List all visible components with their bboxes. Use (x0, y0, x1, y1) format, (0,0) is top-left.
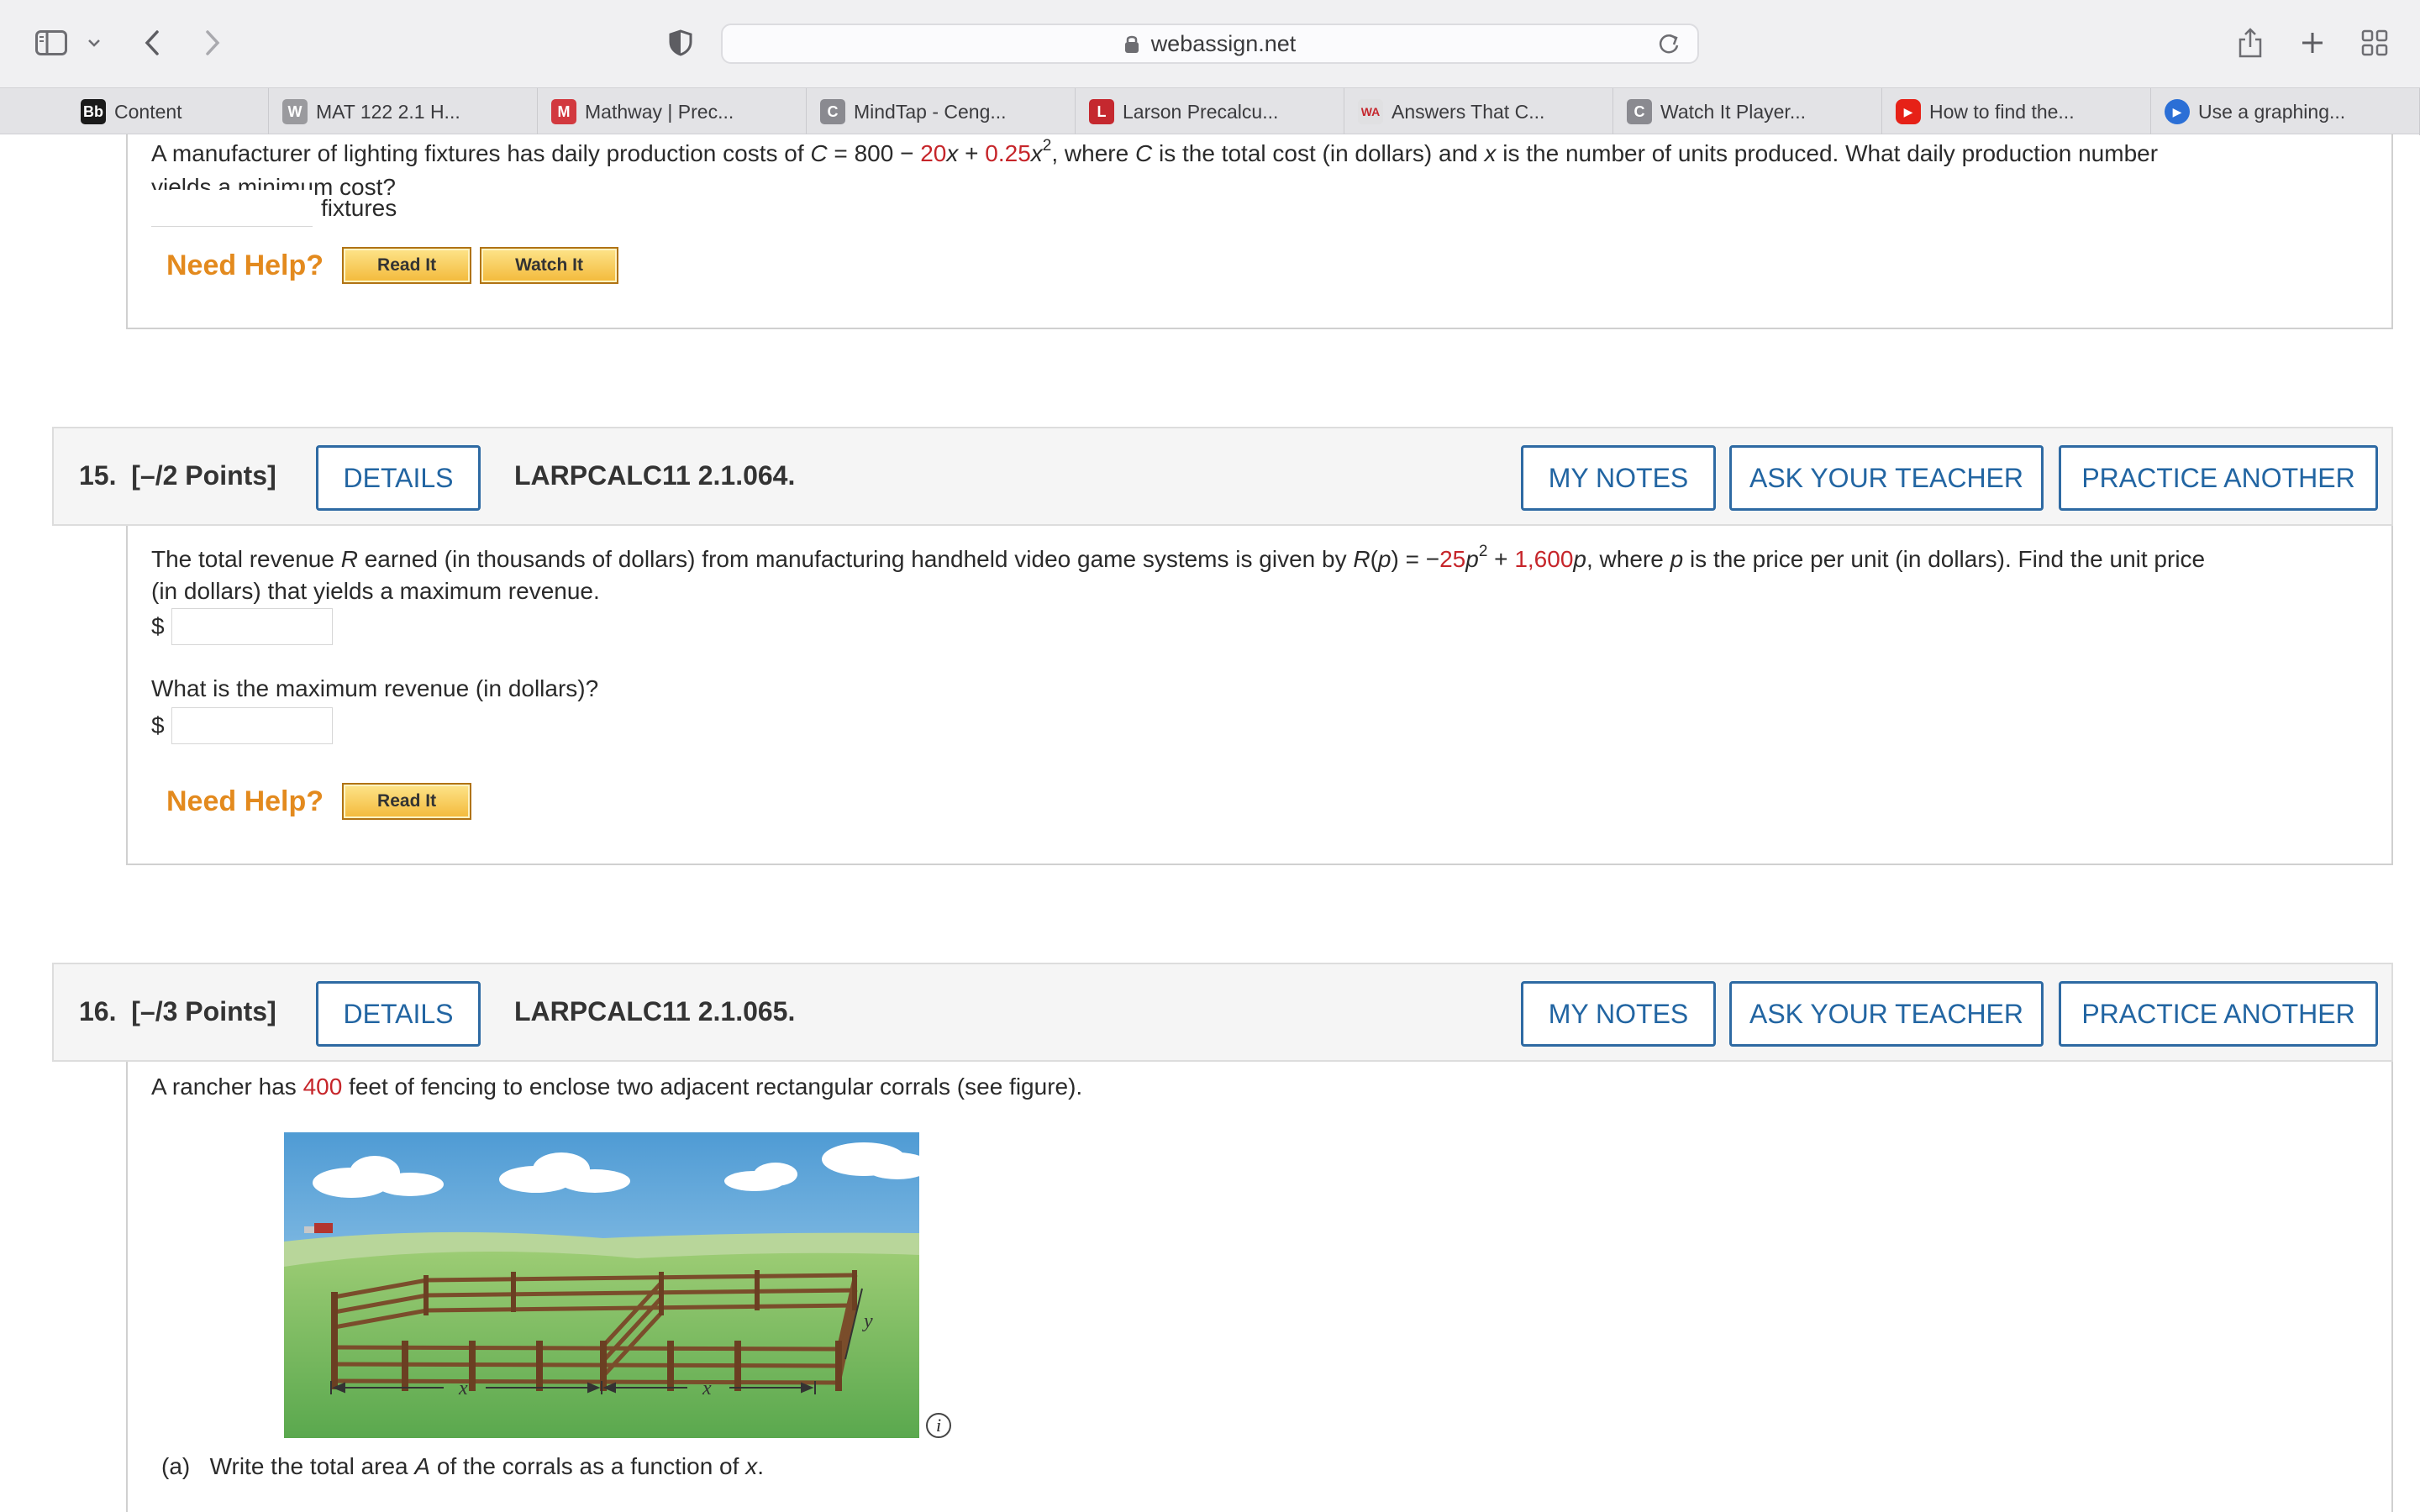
question-15-body: The total revenue R earned (in thousands… (126, 526, 2393, 865)
need-help-row: Need Help? Read It Watch It (166, 247, 627, 284)
forward-icon[interactable] (200, 22, 225, 64)
watch-it-button[interactable]: Watch It (480, 247, 618, 284)
wolfram-icon: WA (1358, 99, 1383, 124)
question-15-number: 15. [–/2 Points] (79, 460, 276, 491)
question-16-header: 16. [–/3 Points] DETAILS LARPCALC11 2.1.… (52, 963, 2393, 1062)
ask-your-teacher-button[interactable]: ASK YOUR TEACHER (1729, 445, 2044, 511)
tab-how-to-find[interactable]: ▶ How to find the... (1882, 88, 2151, 135)
tab-larson[interactable]: L Larson Precalcu... (1076, 88, 1344, 135)
cengage-icon: C (820, 99, 845, 124)
tab-answers[interactable]: WA Answers That C... (1344, 88, 1613, 135)
youtube-icon: ▶ (1896, 99, 1921, 124)
details-button[interactable]: DETAILS (316, 981, 481, 1047)
tab-bar: Bb Content W MAT 122 2.1 H... M Mathway … (0, 87, 2420, 135)
new-tab-icon[interactable] (2297, 22, 2328, 64)
max-revenue-input[interactable] (171, 707, 333, 744)
chevron-down-icon[interactable] (84, 22, 104, 64)
unit-price-answer-row: $ (151, 608, 333, 645)
mathway-icon: M (551, 99, 576, 124)
tab-mat122[interactable]: W MAT 122 2.1 H... (269, 88, 538, 135)
tab-label: Answers That C... (1392, 100, 1545, 123)
dollar-sign: $ (151, 613, 165, 639)
question-16-text: A rancher has 400 feet of fencing to enc… (151, 1074, 1083, 1100)
read-it-button[interactable]: Read It (342, 783, 472, 820)
tab-graphing[interactable]: ▶ Use a graphing... (2151, 88, 2420, 135)
reload-icon[interactable] (1657, 32, 1681, 61)
address-bar[interactable]: webassign.net (721, 24, 1699, 64)
part-a-prompt: (a) Write the total area A of the corral… (161, 1453, 764, 1479)
practice-another-button[interactable]: PRACTICE ANOTHER (2059, 445, 2378, 511)
dollar-sign: $ (151, 712, 165, 738)
my-notes-button[interactable]: MY NOTES (1521, 981, 1716, 1047)
question-16-number: 16. [–/3 Points] (79, 996, 276, 1026)
sidebar-toggle-icon[interactable] (34, 22, 69, 64)
tab-label: MindTap - Ceng... (854, 100, 1007, 123)
webassign-icon: W (282, 99, 308, 124)
question-14-text: A manufacturer of lighting fixtures has … (151, 137, 2159, 200)
details-button[interactable]: DETAILS (316, 445, 481, 511)
lock-icon (1124, 34, 1139, 54)
my-notes-button[interactable]: MY NOTES (1521, 445, 1716, 511)
question-15-text: The total revenue R earned (in thousands… (151, 543, 2206, 604)
tab-overview-icon[interactable] (2360, 22, 2390, 64)
fixtures-answer-input[interactable] (151, 190, 313, 227)
info-icon[interactable]: i (926, 1413, 951, 1438)
tab-label: Content (114, 100, 182, 123)
play-icon: ▶ (2165, 99, 2190, 124)
question-14-body: A manufacturer of lighting fixtures has … (126, 134, 2393, 329)
x-label-right: x (702, 1378, 712, 1399)
x-label-left: x (458, 1378, 468, 1399)
tab-label: Larson Precalcu... (1123, 100, 1279, 123)
need-help-label: Need Help? (166, 249, 324, 281)
address-url: webassign.net (1150, 30, 1297, 56)
back-icon[interactable] (139, 22, 165, 64)
corral-figure: x x y (284, 1132, 919, 1438)
larson-icon: L (1089, 99, 1114, 124)
cengage-icon: C (1627, 99, 1652, 124)
max-revenue-answer-row: $ (151, 707, 333, 744)
unit-label: fixtures (321, 195, 397, 221)
shield-icon[interactable] (667, 22, 694, 64)
practice-another-button[interactable]: PRACTICE ANOTHER (2059, 981, 2378, 1047)
tab-label: Watch It Player... (1660, 100, 1806, 123)
tab-content[interactable]: Bb Content (0, 88, 269, 135)
ask-your-teacher-button[interactable]: ASK YOUR TEACHER (1729, 981, 2044, 1047)
tab-label: Use a graphing... (2198, 100, 2346, 123)
tab-label: Mathway | Prec... (585, 100, 734, 123)
tab-label: How to find the... (1929, 100, 2075, 123)
unit-price-input[interactable] (171, 608, 333, 645)
tab-watch-it[interactable]: C Watch It Player... (1613, 88, 1882, 135)
read-it-button[interactable]: Read It (342, 247, 472, 284)
blackboard-icon: Bb (81, 99, 106, 124)
webassign-page: A manufacturer of lighting fixtures has … (0, 134, 2420, 1512)
question-15-code: LARPCALC11 2.1.064. (514, 460, 796, 491)
question-16-code: LARPCALC11 2.1.065. (514, 996, 796, 1026)
tab-label: MAT 122 2.1 H... (316, 100, 460, 123)
y-label: y (862, 1310, 873, 1332)
need-help-row: Need Help? Read It (166, 783, 480, 820)
need-help-label: Need Help? (166, 785, 324, 817)
max-revenue-question: What is the maximum revenue (in dollars)… (151, 675, 599, 701)
share-icon[interactable] (2235, 22, 2265, 64)
browser-toolbar: webassign.net (0, 0, 2420, 87)
tab-mindtap[interactable]: C MindTap - Ceng... (807, 88, 1076, 135)
tab-mathway[interactable]: M Mathway | Prec... (538, 88, 807, 135)
question-14-answer-row: fixtures (151, 190, 397, 227)
question-15-header: 15. [–/2 Points] DETAILS LARPCALC11 2.1.… (52, 427, 2393, 526)
